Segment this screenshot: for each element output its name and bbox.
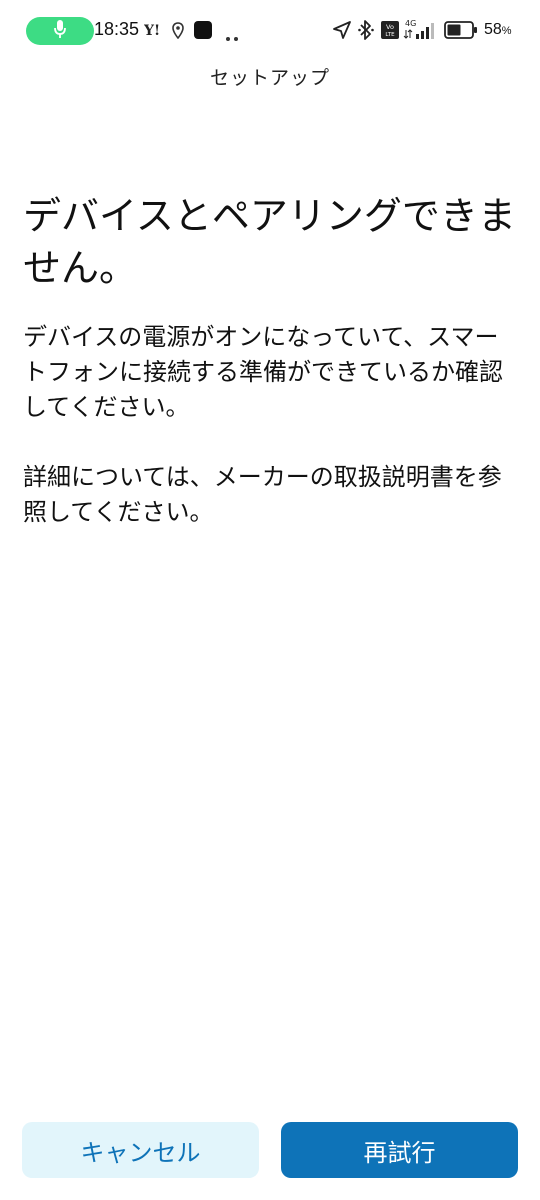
yahoo-icon: Y! [143, 22, 164, 42]
more-dots-icon [225, 27, 239, 46]
status-bar: 18:35 Y! Vo LTE 4G 58% [0, 0, 540, 62]
instruction-text: デバイスの電源がオンになっていて、スマートフォンに接続する準備ができているか確認… [23, 323, 503, 421]
svg-text:Vo: Vo [386, 23, 394, 31]
retry-button[interactable]: 再試行 [281, 1122, 518, 1178]
battery-percentage: 58% [484, 21, 512, 38]
error-heading: デバイスとペアリングできません。 [23, 194, 516, 290]
app-square-icon [194, 21, 212, 43]
svg-text:Y!: Y! [144, 23, 160, 38]
signal-icon: 4G [403, 17, 437, 45]
volte-icon: Vo LTE [381, 21, 399, 43]
cancel-button[interactable]: キャンセル [22, 1122, 259, 1178]
page-title: セットアップ [209, 67, 330, 89]
mic-indicator[interactable] [26, 17, 94, 45]
manual-reference-text: 詳細については、メーカーの取扱説明書を参照してください。 [23, 463, 502, 526]
mic-icon [53, 19, 67, 43]
navigation-arrow-icon [332, 20, 352, 44]
battery-icon [444, 21, 478, 43]
svg-text:4G: 4G [405, 19, 416, 28]
bluetooth-icon [358, 19, 374, 45]
status-time: 18:35 [94, 19, 140, 39]
svg-text:LTE: LTE [385, 32, 395, 38]
location-pin-icon [172, 22, 184, 43]
main-content: デバイスとペアリングできません。 デバイスの電源がオンになっていて、スマートフォ… [23, 190, 519, 530]
